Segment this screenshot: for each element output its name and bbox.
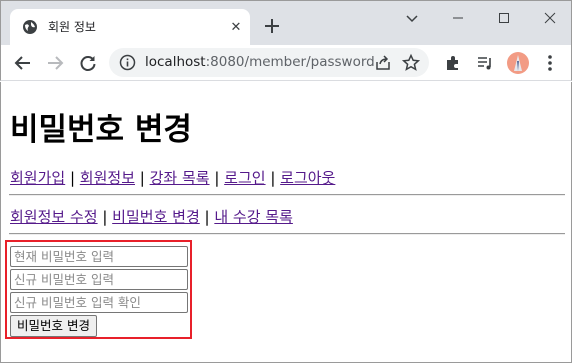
maximize-icon[interactable] [481,3,527,33]
nav-link-logout[interactable]: 로그아웃 [280,169,335,187]
nav-link-course-list[interactable]: 강좌 목록 [150,169,210,187]
browser-tab[interactable]: 회원 정보 ✕ [10,9,250,46]
password-change-form: 현재 비밀번호 입력 신규 비밀번호 입력 신규 비밀번호 입력 확인 비밀번호… [5,240,192,339]
nav-separator: | [97,208,113,226]
forward-arrow-icon[interactable] [44,52,66,74]
reload-icon[interactable] [77,52,99,74]
media-playlist-icon[interactable] [474,52,496,74]
address-bar[interactable]: localhost:8080/member/password [109,48,429,77]
globe-icon [23,20,37,34]
secondary-nav: 회원정보 수정 | 비밀번호 변경 | 내 수강 목록 [10,206,293,227]
nav-separator: | [65,169,80,187]
bookmark-star-icon[interactable] [401,53,421,73]
nav-separator: | [135,169,150,187]
url-path: :8080/member/password [205,54,375,70]
page-content: 비밀번호 변경 회원가입 | 회원정보 | 강좌 목록 | 로그인 | 로그아웃… [0,82,572,363]
url-text[interactable]: localhost:8080/member/password [145,54,375,70]
current-password-input[interactable]: 현재 비밀번호 입력 [10,246,188,267]
tab-search-chevron-icon[interactable] [389,3,435,33]
page-title: 비밀번호 변경 [10,112,192,148]
divider [9,194,565,196]
share-icon[interactable] [373,53,393,73]
new-password-input[interactable]: 신규 비밀번호 입력 [10,269,188,290]
nav-separator: | [199,208,215,226]
nav-link-login[interactable]: 로그인 [224,169,265,187]
nav-link-member-info[interactable]: 회원정보 [80,169,135,187]
close-tab-icon[interactable]: ✕ [228,19,244,35]
tab-title: 회원 정보 [48,20,96,34]
back-arrow-icon[interactable] [12,52,34,74]
new-tab-icon[interactable] [261,15,283,37]
divider [9,233,565,235]
more-menu-icon[interactable] [539,52,561,74]
confirm-password-input[interactable]: 신규 비밀번호 입력 확인 [10,292,188,313]
nav-link-edit-member[interactable]: 회원정보 수정 [10,208,98,226]
close-window-icon[interactable] [527,3,572,33]
info-icon[interactable] [119,54,136,71]
nav-link-change-password[interactable]: 비밀번호 변경 [112,208,200,226]
nav-separator: | [209,169,225,187]
nav-link-signup[interactable]: 회원가입 [10,169,65,187]
browser-toolbar: localhost:8080/member/password [0,45,572,81]
profile-avatar[interactable] [507,52,529,74]
nav-separator: | [265,169,281,187]
primary-nav: 회원가입 | 회원정보 | 강좌 목록 | 로그인 | 로그아웃 [10,167,335,188]
change-password-button[interactable]: 비밀번호 변경 [10,315,97,337]
extensions-puzzle-icon[interactable] [442,52,464,74]
browser-titlebar: 회원 정보 ✕ [0,0,572,46]
url-host: localhost [145,54,206,70]
minimize-icon[interactable] [435,3,481,33]
nav-link-my-courses[interactable]: 내 수강 목록 [214,208,293,226]
